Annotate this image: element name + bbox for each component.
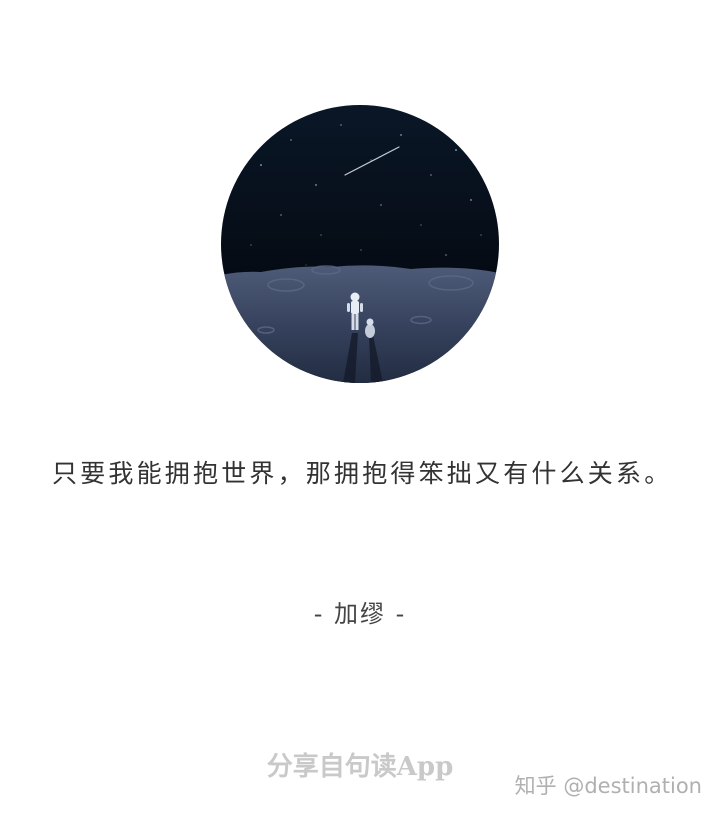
moon-astronaut-illustration [221,105,499,383]
quote-author: - 加缪 - [313,600,407,628]
moon-surface [221,265,499,383]
zhihu-watermark: 知乎 @destination [514,774,702,798]
quote-text: 只要我能拥抱世界，那拥抱得笨拙又有什么关系。 [52,459,673,488]
